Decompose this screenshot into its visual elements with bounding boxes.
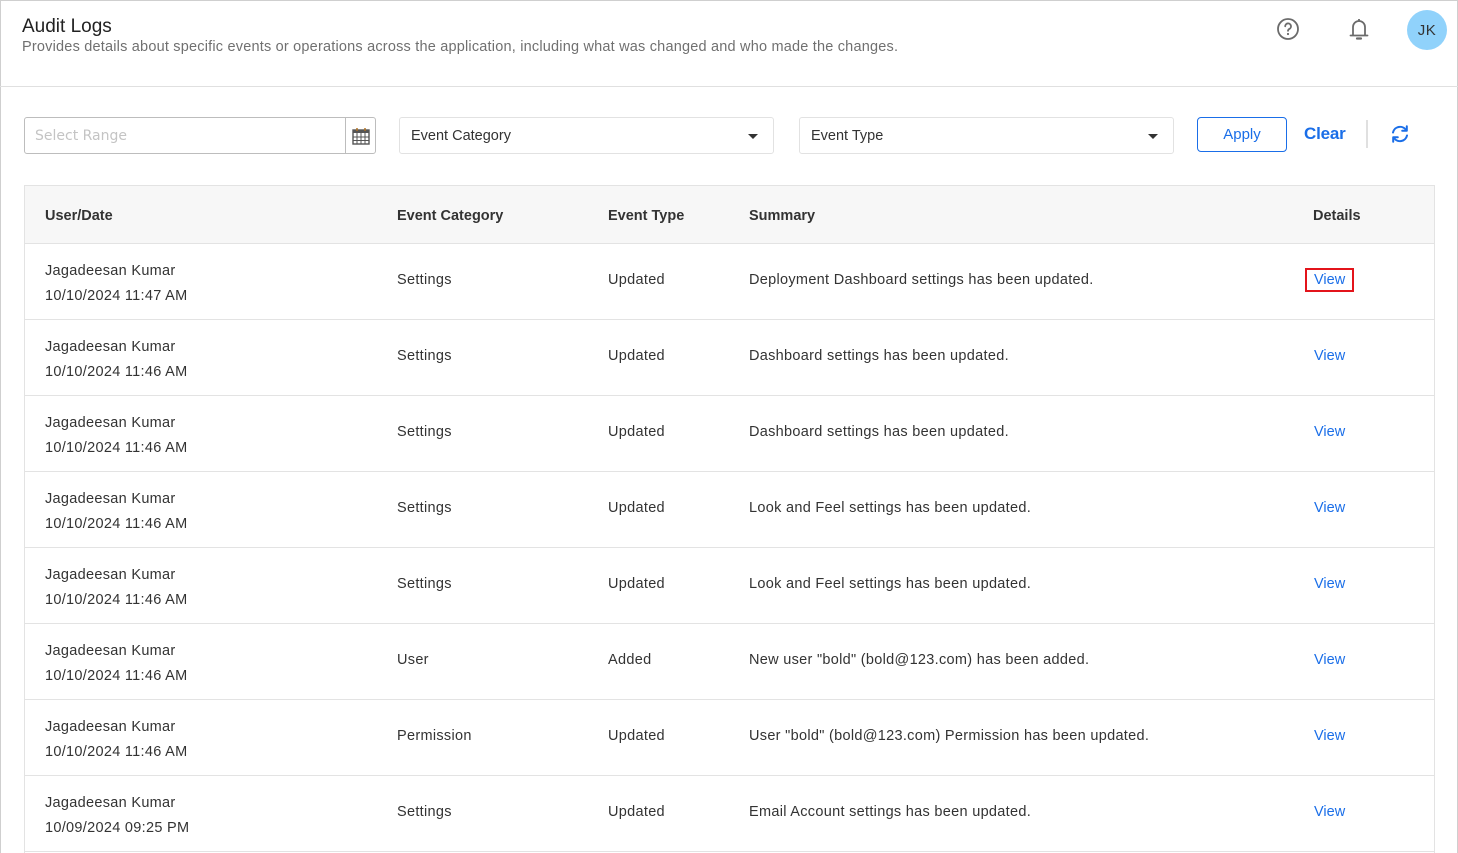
audit-log-table: User/Date Event Category Event Type Summ… bbox=[24, 185, 1435, 853]
date-range-input[interactable] bbox=[25, 118, 345, 153]
user-name: Jagadeesan Kumar bbox=[45, 795, 176, 811]
table-row: Jagadeesan Kumar 10/10/2024 11:46 AM Setti… bbox=[25, 396, 1434, 472]
user-name: Jagadeesan Kumar bbox=[45, 643, 176, 659]
event-type-cell: Updated bbox=[608, 804, 665, 820]
table-row: Jagadeesan Kumar 10/10/2024 11:46 AM Permi… bbox=[25, 700, 1434, 776]
column-header-details: Details bbox=[1313, 208, 1361, 224]
page-header: Audit Logs Provides details about specif… bbox=[0, 0, 1458, 87]
event-date: 10/10/2024 11:46 AM bbox=[45, 516, 188, 532]
clear-button[interactable]: Clear bbox=[1304, 124, 1346, 144]
event-category-cell: Settings bbox=[397, 804, 452, 820]
chevron-down-icon bbox=[748, 134, 758, 139]
event-category-dropdown[interactable]: Event Category bbox=[399, 117, 774, 154]
event-category-cell: Settings bbox=[397, 272, 452, 288]
view-details-link[interactable]: View bbox=[1305, 648, 1354, 672]
toolbar-divider bbox=[1366, 120, 1368, 148]
user-name: Jagadeesan Kumar bbox=[45, 491, 176, 507]
view-details-link[interactable]: View bbox=[1305, 496, 1354, 520]
event-type-cell: Updated bbox=[608, 424, 665, 440]
event-type-cell: Updated bbox=[608, 500, 665, 516]
table-header: User/Date Event Category Event Type Summ… bbox=[25, 186, 1434, 244]
column-header-event-category[interactable]: Event Category bbox=[397, 208, 503, 224]
user-date-cell: Jagadeesan Kumar 10/10/2024 11:46 AM bbox=[45, 639, 188, 689]
table-row: Jagadeesan Kumar 10/10/2024 11:46 AM Setti… bbox=[25, 472, 1434, 548]
table-body: Jagadeesan Kumar 10/10/2024 11:47 AM Setti… bbox=[25, 244, 1434, 852]
event-date: 10/10/2024 11:46 AM bbox=[45, 592, 188, 608]
event-date: 10/10/2024 11:47 AM bbox=[45, 288, 188, 304]
view-details-link[interactable]: View bbox=[1305, 724, 1354, 748]
user-date-cell: Jagadeesan Kumar 10/10/2024 11:46 AM bbox=[45, 563, 188, 613]
user-date-cell: Jagadeesan Kumar 10/09/2024 09:25 PM bbox=[45, 791, 189, 841]
table-row: Jagadeesan Kumar 10/09/2024 09:25 PM Setti… bbox=[25, 776, 1434, 852]
user-name: Jagadeesan Kumar bbox=[45, 339, 176, 355]
event-type-value: Event Type bbox=[811, 127, 884, 144]
user-date-cell: Jagadeesan Kumar 10/10/2024 11:46 AM bbox=[45, 335, 188, 385]
event-type-cell: Updated bbox=[608, 348, 665, 364]
event-date: 10/10/2024 11:46 AM bbox=[45, 668, 188, 684]
user-name: Jagadeesan Kumar bbox=[45, 567, 176, 583]
event-type-cell: Added bbox=[608, 652, 652, 668]
summary-cell: User "bold" (bold@123.com) Permission ha… bbox=[749, 728, 1150, 744]
summary-cell: Dashboard settings has been updated. bbox=[749, 424, 1009, 440]
bell-icon[interactable] bbox=[1346, 16, 1372, 42]
event-type-cell: Updated bbox=[608, 272, 665, 288]
event-type-cell: Updated bbox=[608, 728, 665, 744]
event-category-cell: Permission bbox=[397, 728, 472, 744]
chevron-down-icon bbox=[1148, 134, 1158, 139]
column-header-event-type[interactable]: Event Type bbox=[608, 208, 684, 224]
user-date-cell: Jagadeesan Kumar 10/10/2024 11:46 AM bbox=[45, 411, 188, 461]
event-date: 10/10/2024 11:46 AM bbox=[45, 440, 188, 456]
view-details-link[interactable]: View bbox=[1305, 572, 1354, 596]
event-category-value: Event Category bbox=[411, 127, 511, 144]
summary-cell: Look and Feel settings has been updated. bbox=[749, 576, 1032, 592]
page-subtitle: Provides details about specific events o… bbox=[22, 39, 899, 55]
column-header-summary[interactable]: Summary bbox=[749, 208, 815, 224]
summary-cell: New user "bold" (bold@123.com) has been … bbox=[749, 652, 1090, 668]
view-details-link[interactable]: View bbox=[1305, 268, 1355, 292]
event-category-cell: Settings bbox=[397, 348, 452, 364]
calendar-icon bbox=[351, 127, 370, 145]
summary-cell: Deployment Dashboard settings has been u… bbox=[749, 272, 1094, 288]
user-date-cell: Jagadeesan Kumar 10/10/2024 11:47 AM bbox=[45, 259, 188, 309]
view-details-link[interactable]: View bbox=[1305, 800, 1354, 824]
event-type-dropdown[interactable]: Event Type bbox=[799, 117, 1174, 154]
event-category-cell: Settings bbox=[397, 424, 452, 440]
calendar-button[interactable] bbox=[345, 118, 375, 153]
help-circle-icon[interactable] bbox=[1275, 16, 1301, 42]
user-name: Jagadeesan Kumar bbox=[45, 719, 176, 735]
summary-cell: Dashboard settings has been updated. bbox=[749, 348, 1009, 364]
event-category-cell: User bbox=[397, 652, 429, 668]
event-date: 10/10/2024 11:46 AM bbox=[45, 364, 188, 380]
filter-bar: Event Category Event Type Apply Clear bbox=[0, 117, 1458, 155]
summary-cell: Email Account settings has been updated. bbox=[749, 804, 1032, 820]
summary-cell: Look and Feel settings has been updated. bbox=[749, 500, 1032, 516]
table-row: Jagadeesan Kumar 10/10/2024 11:46 AM Setti… bbox=[25, 320, 1434, 396]
user-name: Jagadeesan Kumar bbox=[45, 415, 176, 431]
view-details-link[interactable]: View bbox=[1305, 344, 1354, 368]
apply-button[interactable]: Apply bbox=[1197, 117, 1287, 152]
user-date-cell: Jagadeesan Kumar 10/10/2024 11:46 AM bbox=[45, 715, 188, 765]
event-category-cell: Settings bbox=[397, 500, 452, 516]
table-row: Jagadeesan Kumar 10/10/2024 11:46 AM Setti… bbox=[25, 548, 1434, 624]
event-category-cell: Settings bbox=[397, 576, 452, 592]
date-range-picker bbox=[24, 117, 376, 154]
table-row: Jagadeesan Kumar 10/10/2024 11:47 AM Setti… bbox=[25, 244, 1434, 320]
user-name: Jagadeesan Kumar bbox=[45, 263, 176, 279]
page-title: Audit Logs bbox=[22, 16, 112, 37]
column-header-user-date[interactable]: User/Date bbox=[45, 208, 113, 224]
user-date-cell: Jagadeesan Kumar 10/10/2024 11:46 AM bbox=[45, 487, 188, 537]
event-type-cell: Updated bbox=[608, 576, 665, 592]
event-date: 10/09/2024 09:25 PM bbox=[45, 820, 190, 836]
refresh-icon[interactable] bbox=[1389, 123, 1411, 145]
user-avatar[interactable]: JK bbox=[1407, 10, 1447, 50]
event-date: 10/10/2024 11:46 AM bbox=[45, 744, 188, 760]
table-row: Jagadeesan Kumar 10/10/2024 11:46 AM User A… bbox=[25, 624, 1434, 700]
view-details-link[interactable]: View bbox=[1305, 420, 1354, 444]
